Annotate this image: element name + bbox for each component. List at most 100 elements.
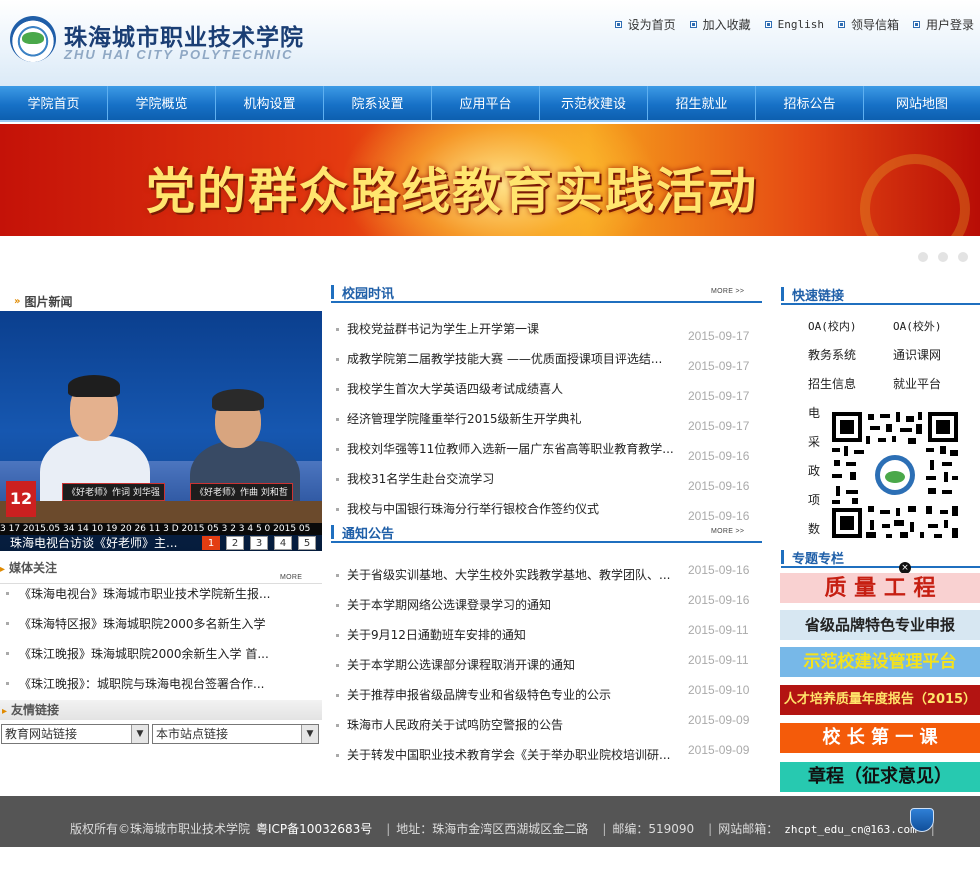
friend-links-heading: ▸ 友情链接 <box>0 700 322 720</box>
photo-pager-3[interactable]: 3 <box>250 536 268 550</box>
nav-home[interactable]: 学院首页 <box>0 86 108 120</box>
news-item[interactable]: 珠海市人民政府关于试鸣防空警报的公告 2015-09-09 <box>330 710 762 740</box>
banner-dot-3[interactable] <box>958 252 968 262</box>
bullet-dot-icon <box>336 508 339 511</box>
heading-bar <box>331 285 334 299</box>
list-item[interactable]: 《珠江晚报》：城职院与珠海电视台签署合作... <box>0 669 322 699</box>
news-item[interactable]: 关于转发中国职业技术教育学会《关于举办职业院校培训研... 2015-09-09 <box>330 740 762 770</box>
arrow-right-icon: » <box>14 296 21 307</box>
nav-tenders[interactable]: 招标公告 <box>756 86 864 120</box>
chevron-down-icon: ▼ <box>131 725 148 743</box>
special-annual-report[interactable]: 人才培养质量年度报告（2015） <box>780 685 980 715</box>
banner-dot-1[interactable] <box>918 252 928 262</box>
footer-postcode: 邮编：519090 <box>612 822 695 836</box>
footer-email-label: 网站邮箱： <box>718 822 779 836</box>
oa-external-link[interactable]: OA(校外) <box>893 318 942 334</box>
nav-overview[interactable]: 学院概览 <box>108 86 216 120</box>
arrow-right-icon: ▸ <box>0 564 6 575</box>
news-item[interactable]: 我校党益群书记为学生上开学第一课 2015-09-17 <box>330 314 762 344</box>
photo-caption-bar: 珠海电视台访谈《好老师》主... 1 2 3 4 5 <box>0 535 322 551</box>
news-item[interactable]: 关于9月12日通勤班车安排的通知 2015-09-11 <box>330 620 762 650</box>
news-item[interactable]: 我校刘华强等11位教师入选新一届广东省高等职业教育教学... 2015-09-16 <box>330 434 762 464</box>
nav-organization[interactable]: 机构设置 <box>216 86 324 120</box>
list-item[interactable]: 《珠江晚报》珠海城职院2000余新生入学 首... <box>0 639 322 669</box>
site-badge-icon[interactable] <box>910 808 934 832</box>
nav-sitemap[interactable]: 网站地图 <box>864 86 980 120</box>
special-quality-project[interactable]: 质 量 工 程 <box>780 573 980 603</box>
vertical-link-char[interactable]: 采 <box>808 433 820 450</box>
news-item[interactable]: 我校31名学生赴台交流学习 2015-09-16 <box>330 464 762 494</box>
nav-admission[interactable]: 招生就业 <box>648 86 756 120</box>
photo-caption[interactable]: 珠海电视台访谈《好老师》主... <box>10 536 190 550</box>
footer-icp-link[interactable]: 粤ICP备10032683号 <box>256 822 372 836</box>
news-item[interactable]: 关于本学期公选课部分课程取消开课的通知 2015-09-11 <box>330 650 762 680</box>
bullet-square-icon <box>689 21 697 28</box>
bullet-dot-icon <box>6 681 9 685</box>
news-item[interactable]: 我校与中国银行珠海分行举行银校合作签约仪式 2015-09-16 <box>330 494 762 524</box>
english-link[interactable]: English <box>764 16 824 33</box>
party-emblem-icon <box>860 154 970 236</box>
news-item[interactable]: 关于推荐申报省级品牌专业和省级特色专业的公示 2015-09-10 <box>330 680 762 710</box>
campus-news-list: 我校党益群书记为学生上开学第一课 2015-09-17 成教学院第二届教学技能大赛… <box>330 314 762 524</box>
bullet-dot-icon <box>336 388 339 391</box>
leader-mailbox-link[interactable]: 领导信箱 <box>837 16 899 33</box>
admission-info-link[interactable]: 招生信息 <box>808 375 856 392</box>
photo-person <box>68 375 120 397</box>
list-item[interactable]: 《珠海电视台》珠海城市职业技术学院新生报... <box>0 579 322 609</box>
news-item[interactable]: 经济管理学院隆重举行2015级新生开学典礼 2015-09-17 <box>330 404 762 434</box>
heading-bar <box>331 525 334 539</box>
employment-platform-link[interactable]: 就业平台 <box>893 375 941 392</box>
bullet-dot-icon <box>6 591 9 595</box>
school-name-en: ZHU HAI CITY POLYTECHNIC <box>64 47 294 62</box>
campus-news-heading: 校园时讯 MORE >> <box>331 283 762 303</box>
vertical-link-char[interactable]: 电 <box>808 404 820 421</box>
special-brand-major[interactable]: 省级品牌特色专业申报 <box>780 610 980 640</box>
nav-demo-school[interactable]: 示范校建设 <box>540 86 648 120</box>
edu-links-select[interactable]: 教育网站链接 ▼ <box>1 724 149 744</box>
footer-info: 版权所有©珠海城市职业技术学院 粤ICP备10032683号 | 地址：珠海市金湾区西… <box>70 822 935 836</box>
bullet-dot-icon <box>336 694 339 697</box>
bullet-square-icon <box>837 21 845 28</box>
nav-departments[interactable]: 院系设置 <box>324 86 432 120</box>
photo-news-slideshow[interactable]: 《好老师》作词 刘华强 《好老师》作曲 刘和哲 12 3 17 2015.05 … <box>0 311 322 551</box>
add-favorite-link[interactable]: 加入收藏 <box>689 16 751 33</box>
news-item[interactable]: 关于省级实训基地、大学生校外实践教学基地、教学团队、... 2015-09-16 <box>330 560 762 590</box>
vertical-link-char[interactable]: 政 <box>808 462 820 479</box>
set-homepage-link[interactable]: 设为首页 <box>614 16 676 33</box>
vertical-link-char[interactable]: 项 <box>808 491 820 508</box>
special-demo-platform[interactable]: 示范校建设管理平台 <box>780 647 980 677</box>
photo-pager-5[interactable]: 5 <box>298 536 316 550</box>
bullet-dot-icon <box>6 651 9 655</box>
footer: 版权所有©珠海城市职业技术学院 粤ICP备10032683号 | 地址：珠海市金湾区西… <box>0 796 980 847</box>
special-topics-heading: 专题专栏 <box>781 548 980 568</box>
list-item[interactable]: 《珠海特区报》珠海城职院2000多名新生入学 <box>0 609 322 639</box>
bullet-dot-icon <box>336 754 339 757</box>
nav-platforms[interactable]: 应用平台 <box>432 86 540 120</box>
vertical-link-char[interactable]: 数 <box>808 520 820 537</box>
photo-pager-4[interactable]: 4 <box>274 536 292 550</box>
bullet-square-icon <box>614 21 622 28</box>
news-item[interactable]: 成教学院第二届教学技能大赛 ——优质面授课项目评选结... 2015-09-17 <box>330 344 762 374</box>
banner-dot-2[interactable] <box>938 252 948 262</box>
notices-more-link[interactable]: MORE >> <box>711 528 744 535</box>
general-course-link[interactable]: 通识课网 <box>893 346 941 363</box>
news-item[interactable]: 我校学生首次大学英语四级考试成绩喜人 2015-09-17 <box>330 374 762 404</box>
user-login-link[interactable]: 用户登录 <box>912 16 974 33</box>
photo-pager-2[interactable]: 2 <box>226 536 244 550</box>
city-links-select[interactable]: 本市站点链接 ▼ <box>152 724 319 744</box>
qr-code-icon <box>830 410 960 540</box>
quick-links-heading: 快速链接 <box>781 285 980 305</box>
oa-internal-link[interactable]: OA(校内) <box>808 318 857 334</box>
campus-news-more-link[interactable]: MORE >> <box>711 288 744 295</box>
banner-title: 党的群众路线教育实践活动 <box>146 162 759 220</box>
special-president-lesson[interactable]: 校 长 第 一 课 <box>780 723 980 753</box>
academic-system-link[interactable]: 教务系统 <box>808 346 856 363</box>
photo-pager-1[interactable]: 1 <box>202 536 220 550</box>
banner[interactable]: 党的群众路线教育实践活动 <box>0 124 980 236</box>
news-item[interactable]: 关于本学期网络公选课登录学习的通知 2015-09-16 <box>330 590 762 620</box>
footer-email-link[interactable]: zhcpt_edu_cn@163.com <box>784 823 916 836</box>
special-charter[interactable]: 章程（征求意见） <box>780 762 980 792</box>
school-logo-icon[interactable] <box>10 16 56 62</box>
bullet-dot-icon <box>6 621 9 625</box>
bullet-dot-icon <box>336 448 339 451</box>
